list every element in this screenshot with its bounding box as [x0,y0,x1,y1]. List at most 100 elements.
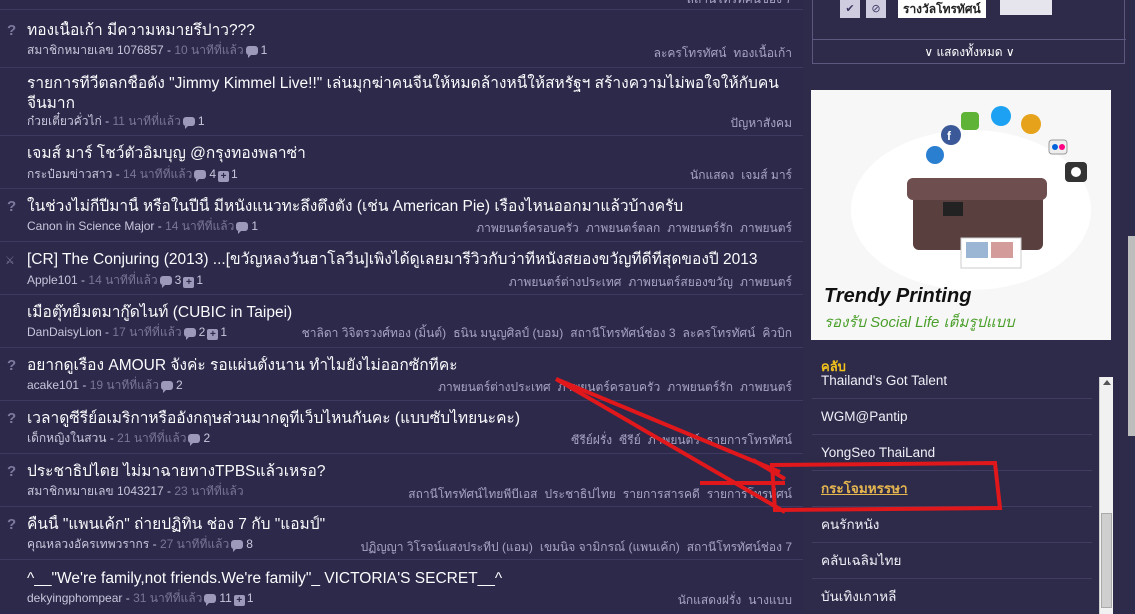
club-item-highlighted[interactable]: กระโจมหรรษา [812,471,1092,507]
club-item[interactable]: คนรักหนัง [812,507,1092,543]
tag-link[interactable]: สถานีโทรทัศน์ไทยพีบีเอส [408,487,537,501]
picasa-icon [1021,114,1041,134]
tag-link[interactable]: เขมนิจ จามิกรณ์ (แพนเค้ก) [540,540,680,554]
topic-title[interactable]: เจมส์ มาร์ โชว์ตัวอิ่มบุญ @กรุงทองพลาซ่า [27,144,797,164]
timestamp: 14 นาทีที่แล้ว [88,273,158,287]
tag-link[interactable]: ปัญหาสังคม [730,116,792,130]
scrollbar-thumb[interactable] [1101,513,1112,608]
topic-meta: dekyingphompear - 31 นาทีที่แล้ว 11 +1 [27,591,254,606]
topic-meta: กระป๋อมข่าวสาว - 14 นาทีที่แล้ว 4 +1 [27,167,238,182]
tag-link[interactable]: รายการโทรทัศน์ [707,487,792,501]
topic-title[interactable]: รายการทีวีตลกชื่อดัง "Jimmy Kimmel Live!… [27,74,792,114]
tag-link[interactable]: ชาลิดา วิจิตรวงศ์ทอง (มิ้นต์) [302,326,447,340]
topic-row[interactable]: ? ประชาธิปไตย ไม่มาฉายทางTPBSแล้วเหรอ? ส… [0,454,803,507]
tag-link[interactable]: ภาพยนตร์ตลก [586,221,660,235]
tag-link[interactable]: นักแสดง [690,168,734,182]
vote-icon: + [207,329,219,340]
club-item[interactable]: WGM@Pantip [812,399,1092,435]
club-item[interactable]: บันเทิงเกาหลี [812,579,1092,614]
topic-title[interactable]: เวลาดูซีรี่ย์อเมริกาหรืออังกฤษส่วนมากดูท… [27,409,797,429]
advertisement-banner[interactable]: f Trendy Printing รองรับ Social Life เต็… [811,90,1111,340]
topic-title[interactable]: อยากดูเรื่อง AMOUR จังค่ะ รอแผ่นตั้งนาน … [27,356,797,376]
topic-row[interactable]: ? ทองเนื้อเก้า มีความหมายรึปาว??? สมาชิก… [0,10,803,68]
club-item[interactable]: Thailand's Got Talent [812,372,1092,399]
tag-link[interactable]: ทองเนื้อเก้า [733,46,792,60]
topic-meta: สมาชิกหมายเลข 1043217 - 23 นาทีที่แล้ว [27,484,244,498]
check-icon[interactable]: ✔ [840,0,860,18]
tag-link[interactable]: สถานีโทรทัศน์ช่อง 3 [570,326,675,340]
topic-row[interactable]: ⚔ [CR] The Conjuring (2013) ...[ขวัญหลงว… [0,242,803,295]
topic-row[interactable]: สถานีโทรทัศน์ช่อง 7 [0,0,803,10]
tag-filter-box: ✔ ⊘ รางวัลโทรทัศน์ ∨ แสดงทั้งหมด ∨ [812,0,1126,64]
show-all-button[interactable]: ∨ แสดงทั้งหมด ∨ [813,39,1126,63]
tag-link[interactable]: รายการสารคดี [623,487,700,501]
club-item[interactable]: YongSeo ThaiLand [812,435,1092,471]
tag-link[interactable]: ปฏิญญา วิโรจน์แสงประทีป (แอม) [361,540,533,554]
scroll-up-icon[interactable] [1103,380,1111,385]
topic-title[interactable]: ^__"We're family,not friends.We're famil… [27,569,797,589]
topic-row[interactable]: ? อยากดูเรื่อง AMOUR จังค่ะ รอแผ่นตั้งนา… [0,348,803,401]
twitter-icon [991,106,1011,126]
topic-title[interactable]: ทองเนื้อเก้า มีความหมายรึปาว??? [27,21,797,41]
topic-meta: ก๋วยเตี๋ยวคั่วไก่ - 11 นาทีที่แล้ว 1 [27,114,205,129]
club-list-scrollbar[interactable] [1099,377,1113,614]
topic-row[interactable]: ? คืนนี้ "แพนเค้ก" ถ่ายปฏิทิน ช่อง 7 กับ… [0,507,803,560]
author[interactable]: Apple101 [27,273,78,287]
topic-row[interactable]: ? เวลาดูซีรี่ย์อเมริกาหรืออังกฤษส่วนมากด… [0,401,803,454]
author[interactable]: acake101 [27,378,79,392]
author[interactable]: เด็กหญิงในสวน [27,431,106,445]
topic-title[interactable]: ประชาธิปไตย ไม่มาฉายทางTPBSแล้วเหรอ? [27,462,797,482]
page-scrollbar-thumb[interactable] [1128,236,1135,436]
tag-link[interactable]: ธนิน มนูญศิลป์ (บอม) [453,326,563,340]
tag-link[interactable]: ภาพยนตร์รัก [667,380,733,394]
tag-link[interactable]: ภาพยนตร์ [648,433,700,447]
tag-link[interactable]: สถานีโทรทัศน์ช่อง 7 [687,540,792,554]
club-list: Thailand's Got Talent WGM@Pantip YongSeo… [812,372,1092,614]
topic-row[interactable]: เจมส์ มาร์ โชว์ตัวอิ่มบุญ @กรุงทองพลาซ่า… [0,136,803,189]
topic-row[interactable]: ^__"We're family,not friends.We're famil… [0,560,803,614]
tag-link[interactable]: ละครโทรทัศน์ [683,326,756,340]
tag-link[interactable]: ภาพยนตร์ [740,221,792,235]
block-icon[interactable]: ⊘ [866,0,886,18]
comment-count: 2 [203,431,211,445]
author[interactable]: กระป๋อมข่าวสาว [27,167,112,181]
vote-count: 1 [231,167,238,181]
author[interactable]: Canon in Science Major [27,219,154,233]
tag-link[interactable]: ประชาธิปไทย [544,487,615,501]
comment-count: 4 [209,167,217,181]
question-icon: ? [7,516,17,533]
tag-link[interactable]: ภาพยนตร์ [740,380,792,394]
tag-link[interactable]: นางแบบ [748,593,792,607]
topic-title[interactable]: [CR] The Conjuring (2013) ...[ขวัญหลงวัน… [27,250,797,270]
tag-name[interactable]: รางวัลโทรทัศน์ [898,0,986,18]
author[interactable]: DanDaisyLion [27,325,102,339]
tag-link[interactable]: ละครโทรทัศน์ [654,46,727,60]
tag-link[interactable]: ภาพยนตร์ครอบครัว [476,221,579,235]
topic-title[interactable]: คืนนี้ "แพนเค้ก" ถ่ายปฏิทิน ช่อง 7 กับ "… [27,515,797,535]
tag-link[interactable]: ภาพยนตร์รัก [667,221,733,235]
topic-row[interactable]: ? ในช่วงไม่กี่ปีมานี้ หรือในปีนี้ มีหนัง… [0,189,803,242]
tag-link[interactable]: ซีรีย์ฝรั่ง [571,433,612,447]
topic-meta: DanDaisyLion - 17 นาทีที่แล้ว 2 +1 [27,325,228,340]
topic-title[interactable]: ในช่วงไม่กี่ปีมานี้ หรือในปีนี้ มีหนังแน… [27,197,797,217]
tag-link[interactable]: นักแสดงฝรั่ง [678,593,742,607]
tag-link[interactable]: ภาพยนตร์สยองขวัญ [628,275,733,289]
page-scrollbar[interactable] [1128,0,1135,614]
author[interactable]: คุณหลวงอัครเทพวรากร [27,537,149,551]
author[interactable]: dekyingphompear [27,591,122,605]
tag-link[interactable]: เจมส์ มาร์ [741,168,792,182]
author[interactable]: สมาชิกหมายเลข 1076857 [27,43,164,57]
tag-link[interactable]: ซีรีย์ [619,433,641,447]
topic-row[interactable]: เมื่อตุ๊ทยิ้มตมากู๊ดไนท์ (CUBIC in Taipe… [0,295,803,348]
author[interactable]: ก๋วยเตี๋ยวคั่วไก่ [27,114,102,128]
topic-row[interactable]: รายการทีวีตลกชื่อดัง "Jimmy Kimmel Live!… [0,68,803,136]
tag-link[interactable]: คิวบิก [762,326,792,340]
tag-link[interactable]: รายการโทรทัศน์ [707,433,792,447]
tag-link[interactable]: ภาพยนตร์ต่างประเทศ [509,275,622,289]
tag-link[interactable]: ภาพยนตร์ครอบครัว [558,380,661,394]
tag-link[interactable]: ภาพยนตร์ [740,275,792,289]
tag-link[interactable]: ภาพยนตร์ต่างประเทศ [438,380,551,394]
topic-title[interactable]: เมื่อตุ๊ทยิ้มตมากู๊ดไนท์ (CUBIC in Taipe… [27,303,797,323]
club-item[interactable]: คลับเฉลิมไทย [812,543,1092,579]
author[interactable]: สมาชิกหมายเลข 1043217 [27,484,164,498]
